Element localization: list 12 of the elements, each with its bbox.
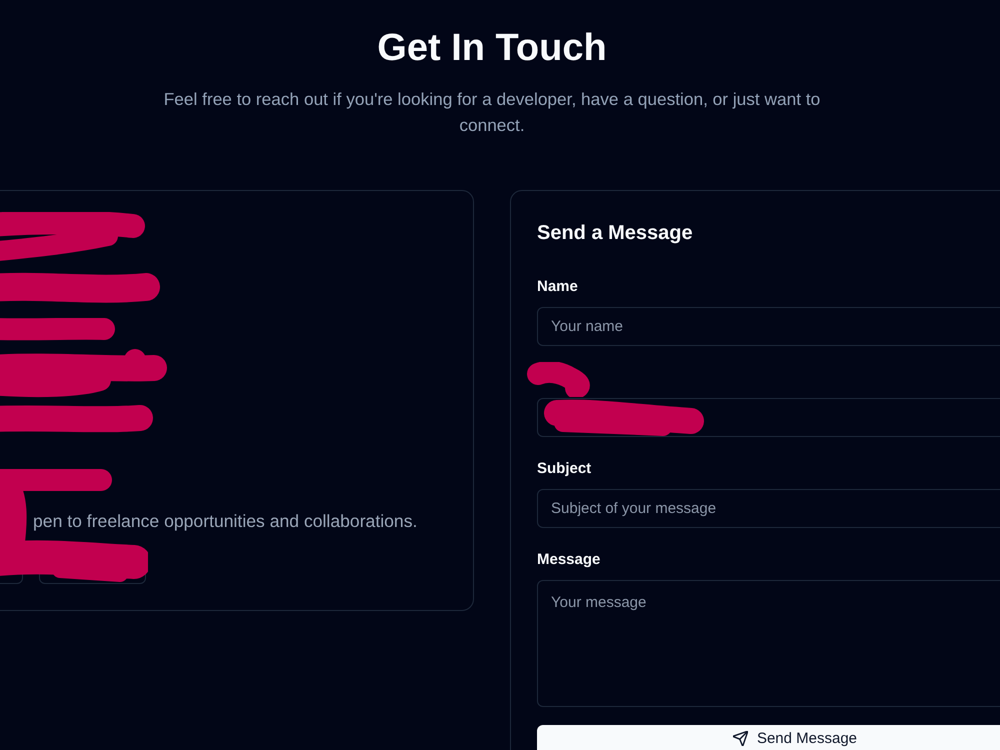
card-text: pen to freelance opportunities and collaborations.: [33, 510, 418, 533]
field-label: Message: [537, 550, 602, 570]
text-field[interactable]: Subject of your message: [537, 489, 1000, 528]
page-title: Get In Touch: [377, 26, 607, 71]
send-icon: [732, 731, 748, 746]
text-field[interactable]: Your name: [537, 307, 1000, 346]
message-field[interactable]: Your message: [537, 580, 1000, 707]
send-button[interactable]: Send Message: [537, 725, 1000, 750]
field-label: Name: [537, 277, 579, 297]
form-title: Send a Message: [537, 221, 694, 246]
page-subtitle: Feel free to reach out if you're looking for a developer, have a question, or just want to connect.: [162, 88, 822, 137]
field-label: Subject: [537, 459, 592, 479]
